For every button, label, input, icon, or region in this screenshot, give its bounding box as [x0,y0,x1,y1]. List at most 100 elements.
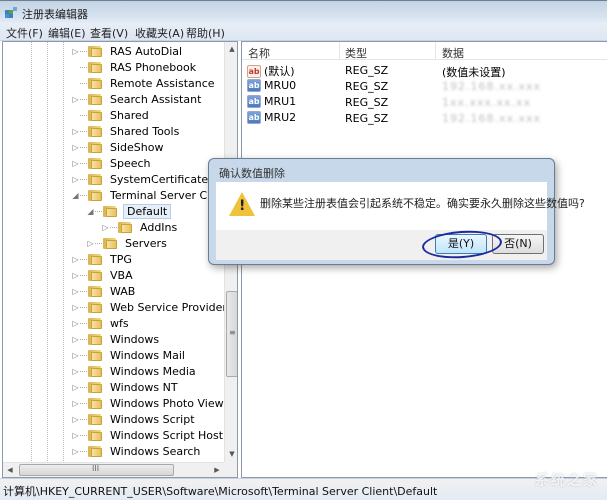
expand-arrow-icon[interactable]: ▷ [71,367,80,376]
tree-connector [80,146,87,148]
scroll-down-arrow-icon[interactable]: ▼ [225,447,237,461]
list-row[interactable]: ab (默认) REG_SZ (数值未设置) [242,62,607,79]
expand-arrow-icon[interactable]: ▷ [71,271,80,280]
tree-connector [80,274,87,276]
tree-item[interactable]: ▷ SideShow [71,139,165,155]
yes-button[interactable]: 是(Y) [435,234,487,254]
expand-arrow-icon[interactable]: ▷ [71,447,80,456]
expand-arrow-icon[interactable]: ▷ [71,351,80,360]
list-row[interactable]: ab MRU0 REG_SZ 192.168.xx.xxx [242,78,607,94]
tree-item[interactable]: ▷ Speech [71,155,153,171]
tree-item[interactable]: ▷ Windows Script [71,411,197,427]
tree-item[interactable]: ▷ TPG [71,251,134,267]
tree-item[interactable]: ▷ Windows Search [71,443,202,459]
tree-item-label: Windows Search [110,444,201,458]
tree-item[interactable]: ◢ Default [86,203,172,219]
expand-arrow-icon[interactable]: ▷ [71,415,80,424]
expand-arrow-icon[interactable]: ▷ [71,175,80,184]
expand-arrow-icon[interactable]: ▷ [71,335,80,344]
menu-edit[interactable]: 编辑(E) [48,25,86,41]
tree-item[interactable]: ▷ WAB [71,283,137,299]
tree-connector [80,194,87,196]
tree-connector [80,130,87,132]
collapse-arrow-icon[interactable]: ◢ [71,191,80,200]
folder-icon [88,445,102,457]
tree-item[interactable]: Shared [71,107,151,123]
list-row[interactable]: ab MRU2 REG_SZ 192.168.xx.xxx [242,110,607,126]
value-data: 192.168.xx.xxx [442,112,542,125]
tree-item[interactable]: ▷ Windows Mail [71,347,187,363]
scroll-up-arrow-icon[interactable]: ▲ [225,42,237,56]
tree-item[interactable]: ▷ Windows Media [71,363,198,379]
value-name: ab MRU1 [247,95,296,108]
tree-item[interactable]: ▷ AddIns [101,219,179,235]
value-name-text: MRU1 [264,95,297,108]
no-button[interactable]: 否(N) [492,234,544,254]
dialog-body: ! 删除某些注册表值会引起系统不稳定。确实要永久删除这些数值吗? [216,182,585,230]
column-header-type[interactable]: 类型 [345,45,367,61]
menu-file[interactable]: 文件(F) [6,25,43,41]
expand-arrow-icon[interactable]: ▷ [71,47,80,56]
menu-bar: 文件(F) 编辑(E) 查看(V) 收藏夹(A) 帮助(H) [0,23,607,41]
scroll-left-arrow-icon[interactable]: ◀ [3,463,17,477]
registry-tree[interactable]: ▷ RAS AutoDial RAS Phonebook Remote Assista… [2,41,238,478]
column-header-name[interactable]: 名称 [248,45,270,61]
value-name: ab (默认) [247,63,295,79]
expand-arrow-icon[interactable]: ▷ [71,127,80,136]
column-divider[interactable] [339,42,340,60]
folder-icon [88,61,102,73]
tree-item[interactable]: ▷ Shared Tools [71,123,181,139]
folder-icon [118,221,132,233]
tree-item[interactable]: ▷ Windows NT [71,379,180,395]
tree-item[interactable]: ▷ VBA [71,267,135,283]
expand-arrow-icon[interactable]: ▷ [71,287,80,296]
list-row[interactable]: ab MRU1 REG_SZ 1xx.xxx.xx.xx [242,94,607,110]
tree-item[interactable]: ▷ Windows Photo Viewer [71,395,237,411]
tree-item[interactable]: ▷ SystemCertificates [71,171,216,187]
tree-item[interactable]: RAS Phonebook [71,59,198,75]
tree-connector [71,111,80,120]
tree-item-label: TPG [110,252,132,266]
title-bar: 注册表编辑器 [0,0,607,23]
menu-favorites[interactable]: 收藏夹(A) [135,25,184,41]
expand-arrow-icon[interactable]: ▷ [71,159,80,168]
expand-arrow-icon[interactable]: ▷ [86,239,95,248]
tree-item-label: Shared Tools [110,124,180,138]
tree-connector [95,210,102,212]
menu-view[interactable]: 查看(V) [90,25,128,41]
expand-arrow-icon[interactable]: ▷ [71,431,80,440]
folder-icon [88,317,102,329]
vertical-scroll-thumb[interactable]: ≡ [226,291,237,377]
tree-item[interactable]: ▷ wfs [71,315,131,331]
tree-item-label: Default [123,203,172,219]
tree-item[interactable]: ▷ Servers [86,235,169,251]
menu-help[interactable]: 帮助(H) [186,25,225,41]
tree-item[interactable]: ▷ Windows Script Host [71,427,225,443]
tree-item-label: Remote Assistance [110,76,215,90]
expand-arrow-icon[interactable]: ▷ [71,143,80,152]
column-header-data[interactable]: 数据 [442,45,464,61]
tree-item-label: Windows Media [110,364,196,378]
value-type: REG_SZ [345,80,389,93]
horizontal-scroll-thumb[interactable]: III [19,464,174,476]
tree-item[interactable]: ▷ Windows [71,331,161,347]
expand-arrow-icon[interactable]: ▷ [71,255,80,264]
folder-icon [88,381,102,393]
expand-arrow-icon[interactable]: ▷ [71,95,80,104]
expand-arrow-icon[interactable]: ▷ [71,319,80,328]
tree-item-label: SystemCertificates [110,172,214,186]
expand-arrow-icon[interactable]: ▷ [71,383,80,392]
expand-arrow-icon[interactable]: ▷ [101,223,110,232]
collapse-arrow-icon[interactable]: ◢ [86,207,95,216]
status-bar: 计算机\HKEY_CURRENT_USER\Software\Microsoft… [0,478,607,500]
tree-item[interactable]: Remote Assistance [71,75,217,91]
tree-item[interactable]: ▷ RAS AutoDial [71,43,184,59]
expand-arrow-icon[interactable]: ▷ [71,399,80,408]
tree-connector [80,370,87,372]
tree-item[interactable]: ▷ Web Service Providers [71,299,235,315]
column-divider[interactable] [435,42,436,60]
scroll-right-arrow-icon[interactable]: ▶ [210,463,224,477]
expand-arrow-icon[interactable]: ▷ [71,303,80,312]
tree-horizontal-scrollbar[interactable]: ◀ III ▶ [3,462,224,477]
tree-item[interactable]: ▷ Search Assistant [71,91,203,107]
